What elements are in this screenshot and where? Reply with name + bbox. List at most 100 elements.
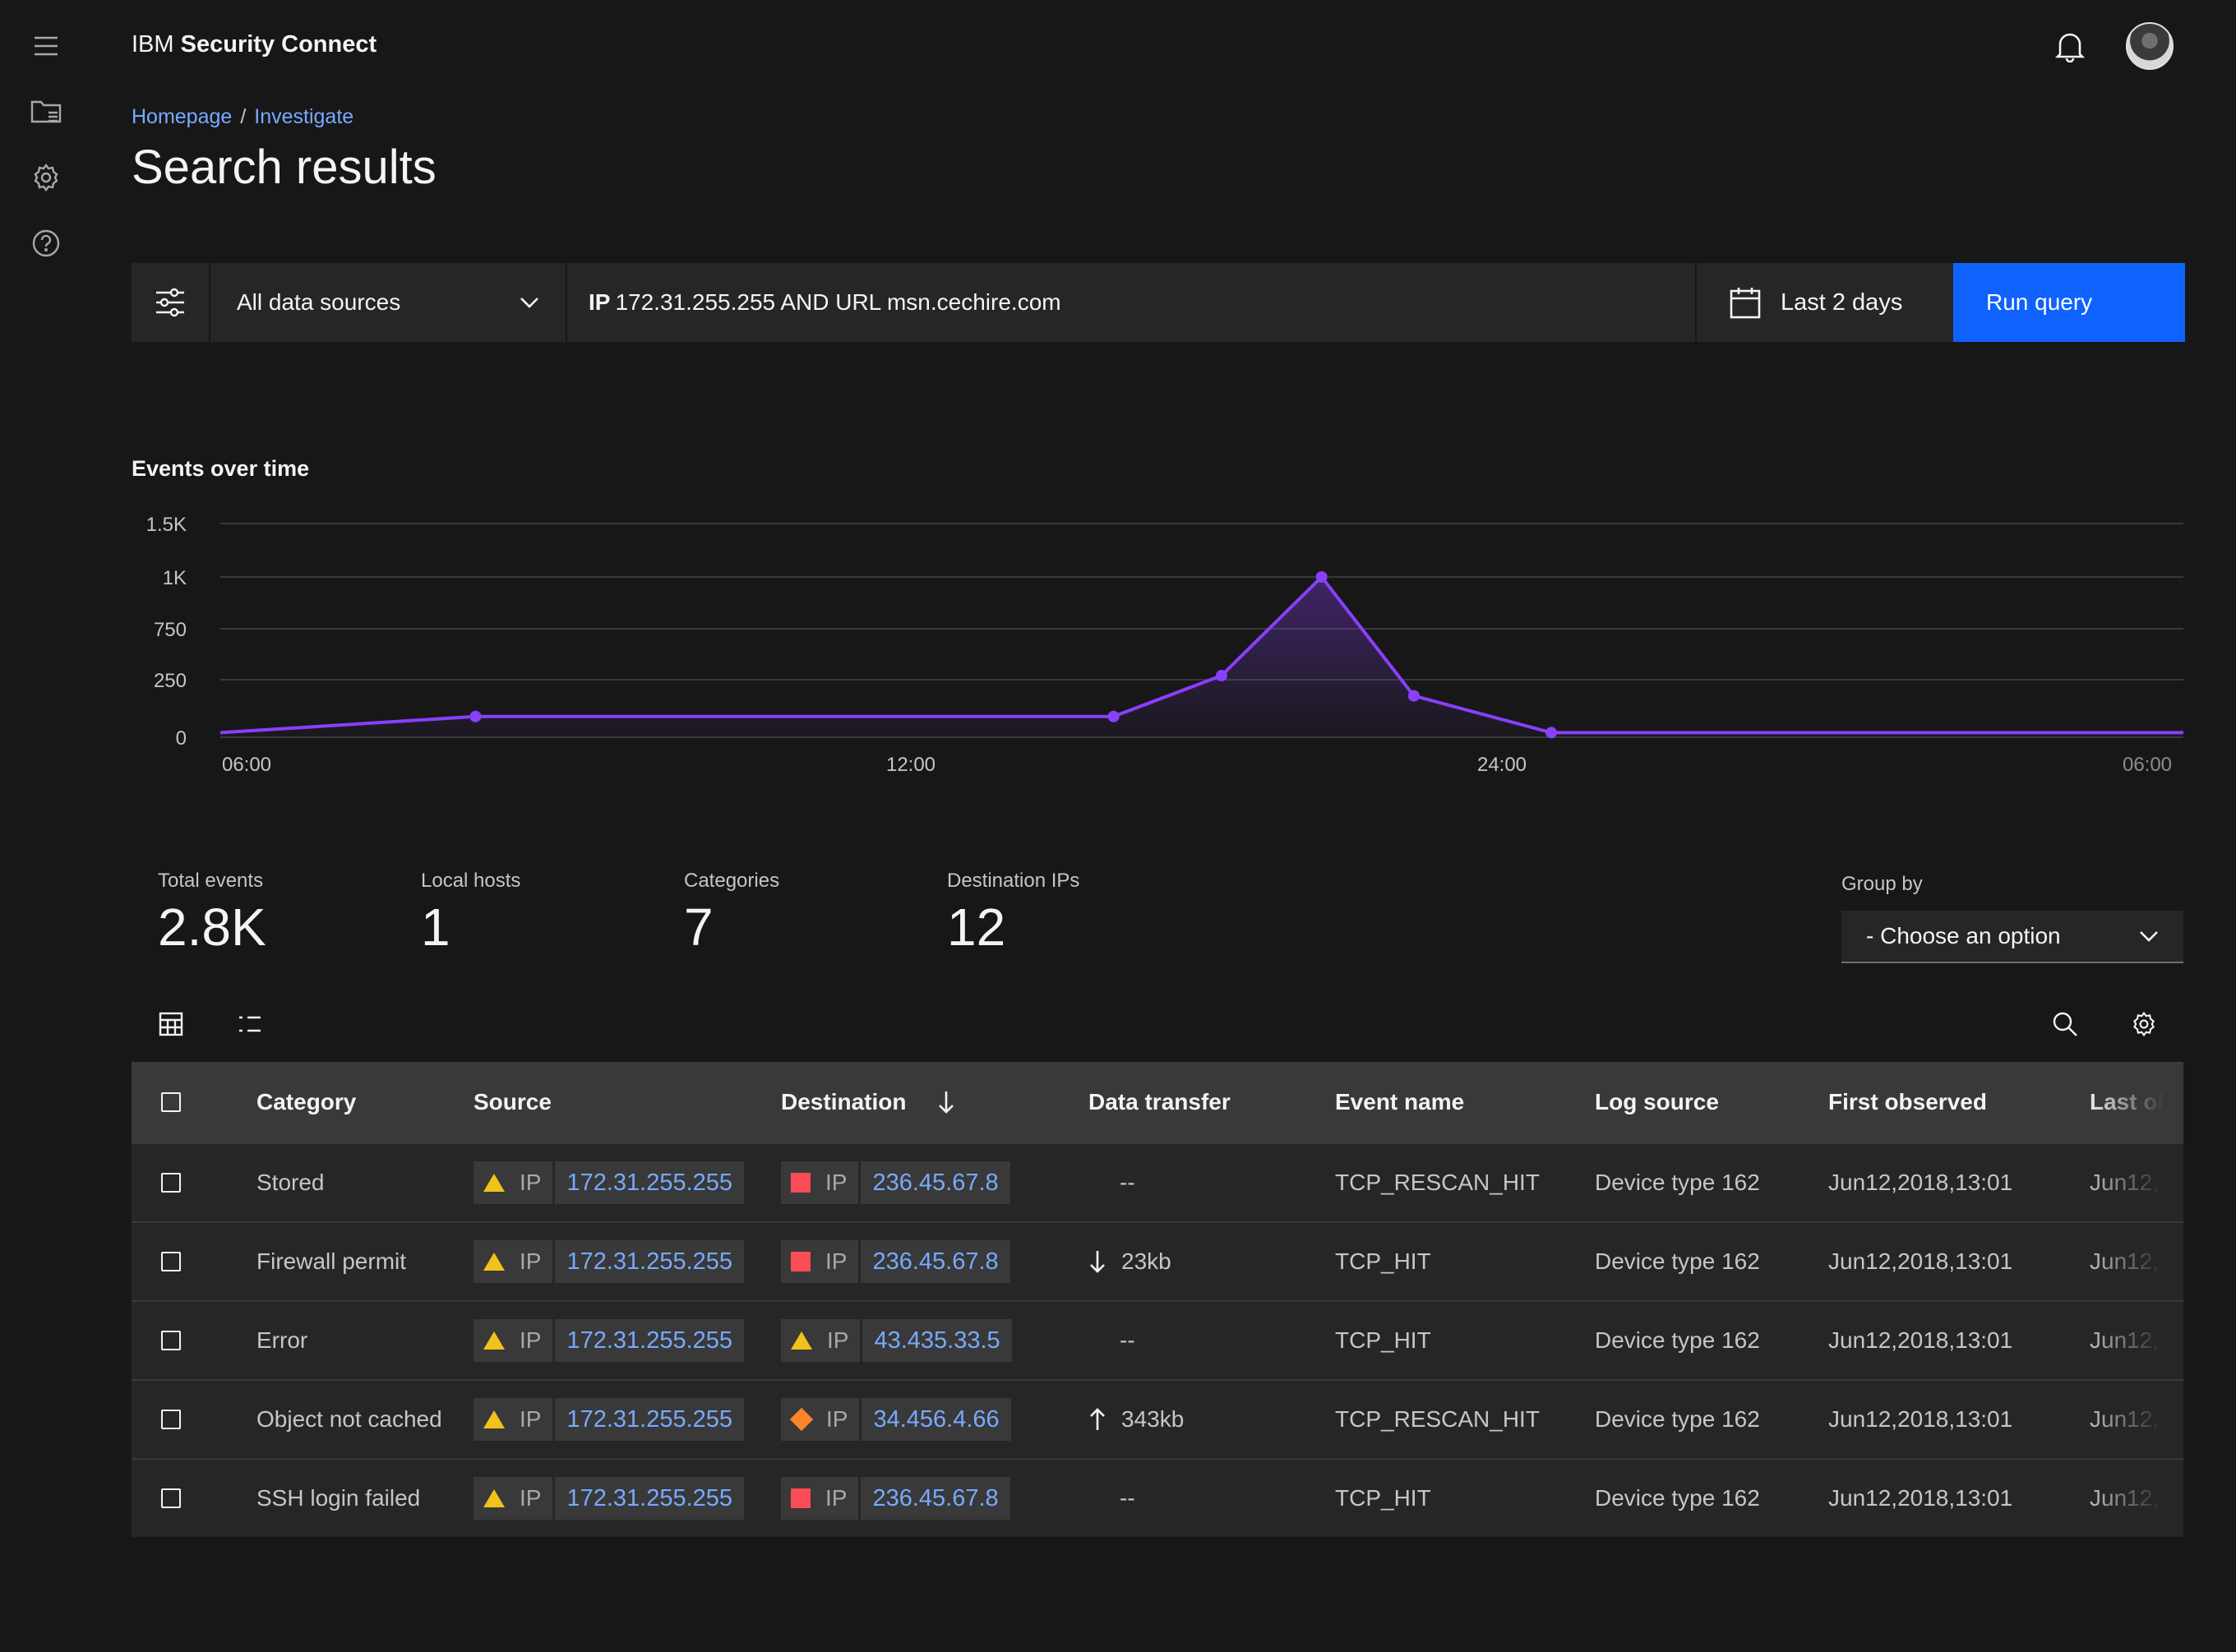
data-point[interactable] (1215, 670, 1227, 682)
select-all-checkbox[interactable] (161, 1092, 181, 1112)
tag-key-label: IP (520, 1406, 542, 1432)
first-observed-cell: Jun12,2018,13:01 (1828, 1406, 2013, 1432)
destination-tag-key: IP (781, 1398, 860, 1441)
data-source-dropdown[interactable]: All data sources (210, 263, 567, 342)
destination-cell: IP 236.45.67.8 (781, 1144, 1010, 1221)
source-ip-link[interactable]: 172.31.255.255 (555, 1398, 745, 1441)
destination-ip-link[interactable]: 236.45.67.8 (861, 1240, 1010, 1283)
group-by-label: Group by (1841, 873, 1923, 895)
table-view-icon[interactable] (153, 1006, 189, 1042)
source-cell: IP 172.31.255.255 (474, 1302, 745, 1379)
column-header-first-observed[interactable]: First observed (1828, 1062, 1987, 1142)
destination-tag-key: IP (781, 1319, 861, 1362)
source-ip-link[interactable]: 172.31.255.255 (555, 1161, 745, 1204)
row-checkbox[interactable] (161, 1252, 181, 1271)
source-tag-key: IP (474, 1161, 553, 1204)
data-point[interactable] (1545, 727, 1558, 739)
source-ip-link[interactable]: 172.31.255.255 (555, 1319, 745, 1362)
notification-icon[interactable] (2052, 28, 2088, 64)
stat-total-events: Total events 2.8K (158, 870, 266, 953)
data-point[interactable] (1107, 710, 1120, 722)
stat-categories: Categories 7 (684, 870, 779, 953)
column-header-source[interactable]: Source (474, 1062, 552, 1142)
source-ip-link[interactable]: 172.31.255.255 (555, 1477, 745, 1520)
query-key: IP (589, 289, 611, 315)
run-query-label: Run query (1986, 289, 2093, 315)
source-ip-link[interactable]: 172.31.255.255 (555, 1240, 745, 1283)
row-select-cell (161, 1223, 181, 1300)
date-range-picker[interactable]: Last 2 days (1697, 263, 1953, 342)
column-header-event-name[interactable]: Event name (1335, 1062, 1464, 1142)
user-avatar[interactable] (2126, 22, 2174, 70)
table-row[interactable]: Object not cached IP 172.31.255.255 IP 34.45… (132, 1379, 2183, 1458)
run-query-button[interactable]: Run query (1953, 263, 2185, 342)
destination-ip-link[interactable]: 236.45.67.8 (861, 1477, 1010, 1520)
y-tick-label: 1.5K (146, 514, 187, 536)
table-row[interactable]: Firewall permit IP 172.31.255.255 IP 236.45.… (132, 1221, 2183, 1300)
tag-key-label: IP (825, 1248, 848, 1274)
stat-local-hosts: Local hosts 1 (421, 870, 520, 953)
tag-key-label: IP (520, 1248, 542, 1274)
chevron-down-icon (2140, 931, 2158, 942)
group-by-dropdown[interactable]: - Choose an option (1841, 911, 2183, 963)
row-select-cell (161, 1302, 181, 1379)
column-header-category[interactable]: Category (256, 1062, 356, 1142)
destination-ip-link[interactable]: 34.456.4.66 (862, 1398, 1011, 1441)
data-transfer-cell: -- (1120, 1460, 1135, 1537)
column-header-data-transfer[interactable]: Data transfer (1088, 1062, 1231, 1142)
stat-destination-ips: Destination IPs 12 (947, 870, 1079, 953)
table-row[interactable]: Error IP 172.31.255.255 IP 43.435.33.5 -- TCP_… (132, 1300, 2183, 1379)
settings-icon[interactable] (28, 159, 64, 196)
column-header-last-observed[interactable]: Last observed (2090, 1062, 2183, 1142)
stat-value: 2.8K (158, 898, 266, 957)
breadcrumb-investigate[interactable]: Investigate (254, 105, 353, 128)
list-view-icon[interactable] (232, 1006, 268, 1042)
tag-key-label: IP (520, 1327, 542, 1353)
filter-settings-button[interactable] (132, 263, 210, 342)
data-transfer-cell: 23kb (1088, 1223, 1171, 1300)
table-row[interactable]: SSH login failed IP 172.31.255.255 IP 236.45… (132, 1458, 2183, 1537)
select-all-cell (161, 1062, 181, 1142)
row-checkbox[interactable] (161, 1410, 181, 1429)
column-header-destination[interactable]: Destination (781, 1062, 955, 1142)
destination-tag-key: IP (781, 1240, 859, 1283)
table-body: Stored IP 172.31.255.255 IP 236.45.67.8 -- TCP… (132, 1142, 2183, 1537)
destination-ip-link[interactable]: 43.435.33.5 (862, 1319, 1012, 1362)
table-settings-icon[interactable] (2126, 1006, 2162, 1042)
data-transfer-value: -- (1120, 1327, 1135, 1353)
destination-ip-link[interactable]: 236.45.67.8 (861, 1161, 1010, 1204)
table-row[interactable]: Stored IP 172.31.255.255 IP 236.45.67.8 -- TCP… (132, 1142, 2183, 1221)
row-select-cell (161, 1144, 181, 1221)
data-transfer-cell: -- (1120, 1144, 1135, 1221)
column-header-log-source[interactable]: Log source (1595, 1062, 1719, 1142)
search-icon[interactable] (2047, 1006, 2083, 1042)
data-point[interactable] (469, 710, 482, 722)
last-observed-cell: Jun12,2018,13:01 (2090, 1248, 2183, 1274)
data-point[interactable] (1407, 690, 1420, 702)
source-tag-key: IP (474, 1398, 553, 1441)
row-checkbox[interactable] (161, 1488, 181, 1508)
destination-tag: IP 34.456.4.66 (781, 1398, 1011, 1441)
row-checkbox[interactable] (161, 1173, 181, 1193)
query-input[interactable]: IP 172.31.255.255 AND URL msn.cechire.co… (567, 263, 1697, 342)
stat-value: 1 (421, 898, 450, 957)
data-transfer-cell: -- (1120, 1302, 1135, 1379)
first-observed-cell: Jun12,2018,13:01 (1828, 1170, 2013, 1195)
event-name-cell: TCP_RESCAN_HIT (1335, 1406, 1540, 1432)
page-title: Search results (132, 141, 437, 194)
sliders-icon (156, 288, 184, 317)
data-point[interactable] (1315, 571, 1328, 583)
destination-cell: IP 34.456.4.66 (781, 1381, 1011, 1458)
help-icon[interactable] (28, 225, 64, 261)
folder-icon[interactable] (28, 94, 64, 130)
stat-value: 12 (947, 898, 1006, 957)
category-cell: Stored (256, 1170, 325, 1195)
source-tag: IP 172.31.255.255 (474, 1240, 745, 1283)
high-severity-icon (789, 1407, 814, 1432)
breadcrumb-homepage[interactable]: Homepage (132, 105, 232, 128)
brand-prefix: IBM (132, 31, 174, 58)
row-checkbox[interactable] (161, 1331, 181, 1350)
menu-icon[interactable] (28, 28, 64, 64)
app-brand[interactable]: IBM Security Connect (132, 31, 377, 58)
query-text: 172.31.255.255 AND URL msn.cechire.com (615, 289, 1061, 315)
